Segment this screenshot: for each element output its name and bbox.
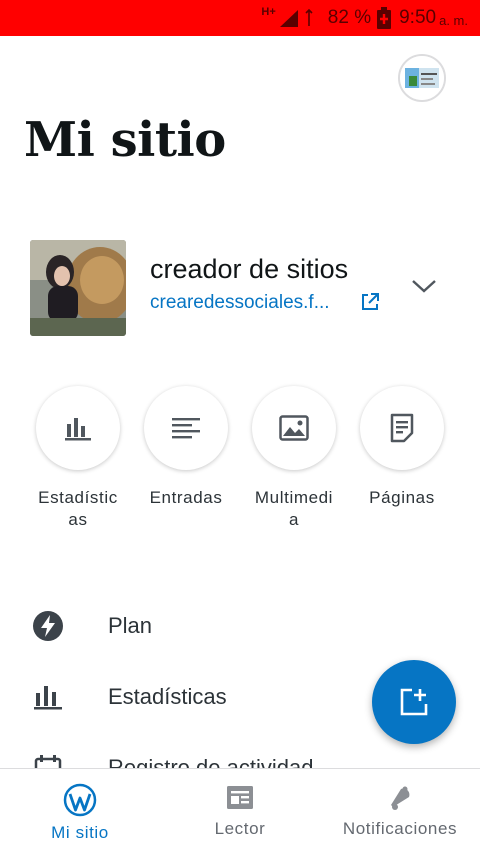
- pages-icon: [390, 413, 414, 443]
- battery-icon: [377, 7, 392, 29]
- quick-action-pages[interactable]: Páginas: [359, 386, 445, 509]
- reader-icon: [227, 786, 253, 809]
- pages-label: Páginas: [369, 488, 435, 507]
- quick-action-posts[interactable]: Entradas: [143, 386, 229, 509]
- site-name[interactable]: creador de sitios: [150, 254, 348, 285]
- stats-icon: [34, 686, 62, 710]
- network-type: H+: [261, 6, 276, 18]
- status-bar: H+ 82 % 9:50 a. m.: [0, 0, 480, 36]
- posts-icon: [172, 418, 200, 439]
- tab-label: Mi sitio: [51, 823, 109, 842]
- media-label: Multimedia: [254, 488, 334, 529]
- site-url-link[interactable]: crearedessociales.f...: [150, 292, 330, 314]
- page-title: Mi sitio: [24, 112, 226, 168]
- wordpress-icon: [63, 783, 97, 817]
- external-link-icon[interactable]: [360, 292, 380, 312]
- posts-button[interactable]: [144, 386, 228, 470]
- tab-notifications[interactable]: Notificaciones: [334, 783, 466, 839]
- posts-label: Entradas: [149, 488, 223, 507]
- plan-icon: [33, 611, 63, 641]
- site-thumbnail[interactable]: [30, 240, 126, 336]
- stats-button[interactable]: [36, 386, 120, 470]
- stats-icon: [65, 418, 91, 441]
- new-post-fab[interactable]: [372, 660, 456, 744]
- menu-item-plan[interactable]: Plan: [32, 606, 152, 646]
- quick-action-media[interactable]: Multimedia: [251, 386, 337, 531]
- new-post-icon: [400, 688, 428, 716]
- data-arrows-icon: [305, 8, 313, 26]
- menu-item-stats[interactable]: Estadísticas: [32, 677, 227, 717]
- bottom-navigation: Mi sitio Lector Notificaciones: [0, 768, 480, 854]
- media-button[interactable]: [252, 386, 336, 470]
- tab-label: Notificaciones: [342, 819, 458, 838]
- site-avatar-image: [400, 56, 444, 100]
- quick-action-stats[interactable]: Estadísticas: [35, 386, 121, 531]
- site-card[interactable]: creador de sitios crearedessociales.f...: [30, 240, 450, 336]
- clock: 9:50: [399, 7, 437, 28]
- tab-label: Lector: [214, 819, 266, 838]
- chevron-down-icon[interactable]: [410, 276, 438, 296]
- site-photo: [30, 240, 126, 336]
- profile-avatar[interactable]: [398, 54, 446, 102]
- media-icon: [279, 415, 309, 441]
- battery-percent: 82 %: [327, 7, 372, 28]
- pages-button[interactable]: [360, 386, 444, 470]
- tab-my-site[interactable]: Mi sitio: [40, 783, 120, 843]
- menu-item-label: Estadísticas: [108, 684, 227, 709]
- clock-ampm: a. m.: [439, 12, 468, 28]
- stats-label: Estadísticas: [38, 488, 118, 529]
- tab-reader[interactable]: Lector: [200, 783, 280, 839]
- signal-icon: [279, 10, 298, 27]
- bell-icon: [391, 786, 410, 810]
- menu-item-label: Plan: [108, 613, 153, 638]
